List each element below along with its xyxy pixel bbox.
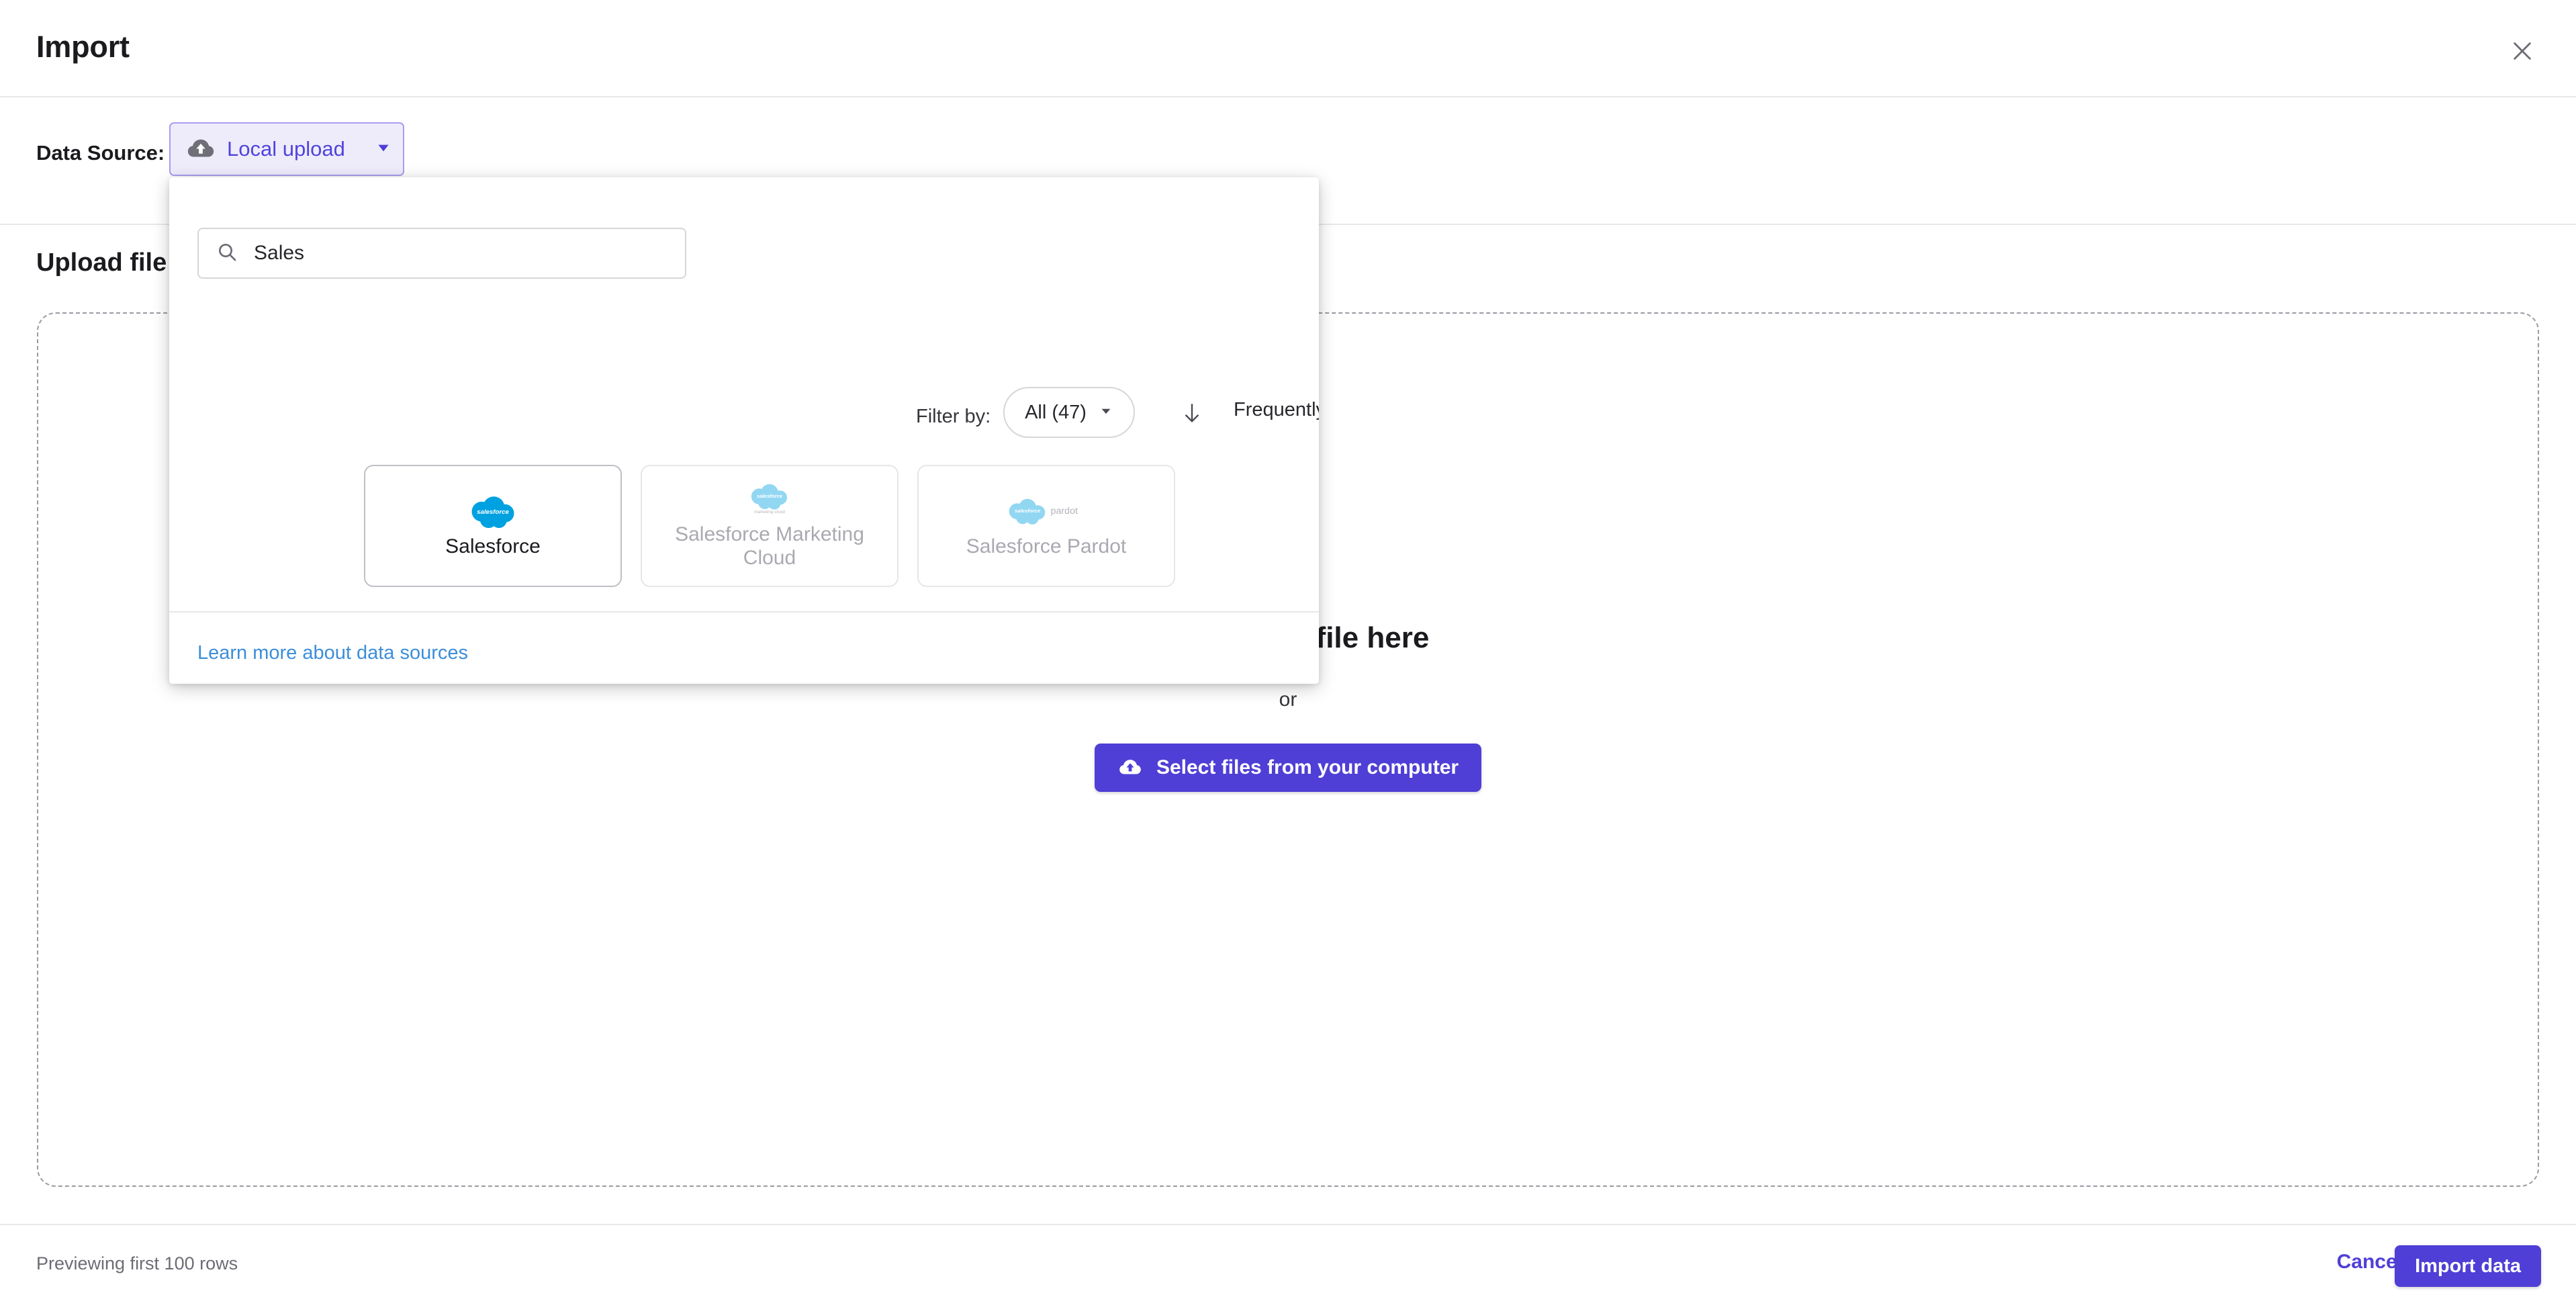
learn-more-link[interactable]: Learn more about data sources <box>197 642 468 664</box>
data-source-card-label: Salesforce <box>445 535 541 557</box>
salesforce-marketing-cloud-logo: salesforce marketing cloud <box>745 482 794 519</box>
data-source-card-salesforce-marketing-cloud[interactable]: salesforce marketing cloud Salesforce Ma… <box>641 465 899 587</box>
svg-text:salesforce: salesforce <box>477 508 509 516</box>
sort-by-dropdown[interactable]: Frequently used <box>1234 399 1319 421</box>
svg-text:salesforce: salesforce <box>757 493 783 499</box>
svg-text:marketing cloud: marketing cloud <box>754 510 785 514</box>
data-source-card-label: Salesforce Pardot <box>966 535 1127 557</box>
page-title: Import <box>36 30 130 64</box>
salesforce-pardot-logo: salesforce pardot <box>1004 494 1089 531</box>
sort-by-value: Frequently used <box>1234 399 1319 420</box>
close-icon[interactable] <box>2503 32 2541 70</box>
data-source-selected-value: Local upload <box>227 137 345 161</box>
data-source-dropdown-panel: Filter by: All (47) Frequently used <box>169 177 1319 684</box>
select-files-button-label: Select files from your computer <box>1156 756 1459 778</box>
import-dialog: Import Data Source: Local upload Upload … <box>0 0 2576 1299</box>
data-source-label: Data Source: <box>36 141 165 165</box>
dropzone-or-text: or <box>1279 688 1297 711</box>
cloud-upload-icon <box>1119 760 1141 774</box>
data-source-card-list: salesforce Salesforce salesforce marketi… <box>364 465 1175 587</box>
filter-by-dropdown[interactable]: All (47) <box>1003 387 1135 438</box>
search-input[interactable] <box>254 242 668 265</box>
search-icon <box>216 241 238 266</box>
sort-direction-toggle[interactable] <box>1182 402 1202 429</box>
salesforce-logo: salesforce <box>467 494 519 531</box>
dialog-header: Import <box>0 0 2576 97</box>
data-source-card-salesforce-pardot[interactable]: salesforce pardot Salesforce Pardot <box>917 465 1175 587</box>
dialog-footer: Previewing first 100 rows Cancel Import … <box>0 1224 2576 1299</box>
upload-file-heading: Upload file <box>36 249 167 277</box>
cloud-upload-icon <box>187 139 214 157</box>
cancel-button[interactable]: Cancel <box>2337 1251 2403 1273</box>
chevron-down-icon <box>375 139 392 160</box>
svg-text:pardot: pardot <box>1051 505 1078 516</box>
select-files-button[interactable]: Select files from your computer <box>1094 744 1482 792</box>
data-source-card-salesforce[interactable]: salesforce Salesforce <box>364 465 622 587</box>
svg-text:salesforce: salesforce <box>1015 508 1041 514</box>
panel-divider <box>169 611 1319 613</box>
chevron-down-icon <box>1099 404 1113 422</box>
data-source-select[interactable]: Local upload <box>169 122 404 176</box>
data-source-card-label: Salesforce Marketing Cloud <box>675 523 864 569</box>
filter-by-value: All (47) <box>1025 401 1087 423</box>
preview-note: Previewing first 100 rows <box>36 1253 238 1273</box>
filter-by-label: Filter by: <box>916 406 991 427</box>
search-box[interactable] <box>197 228 686 279</box>
import-data-button[interactable]: Import data <box>2395 1245 2541 1287</box>
